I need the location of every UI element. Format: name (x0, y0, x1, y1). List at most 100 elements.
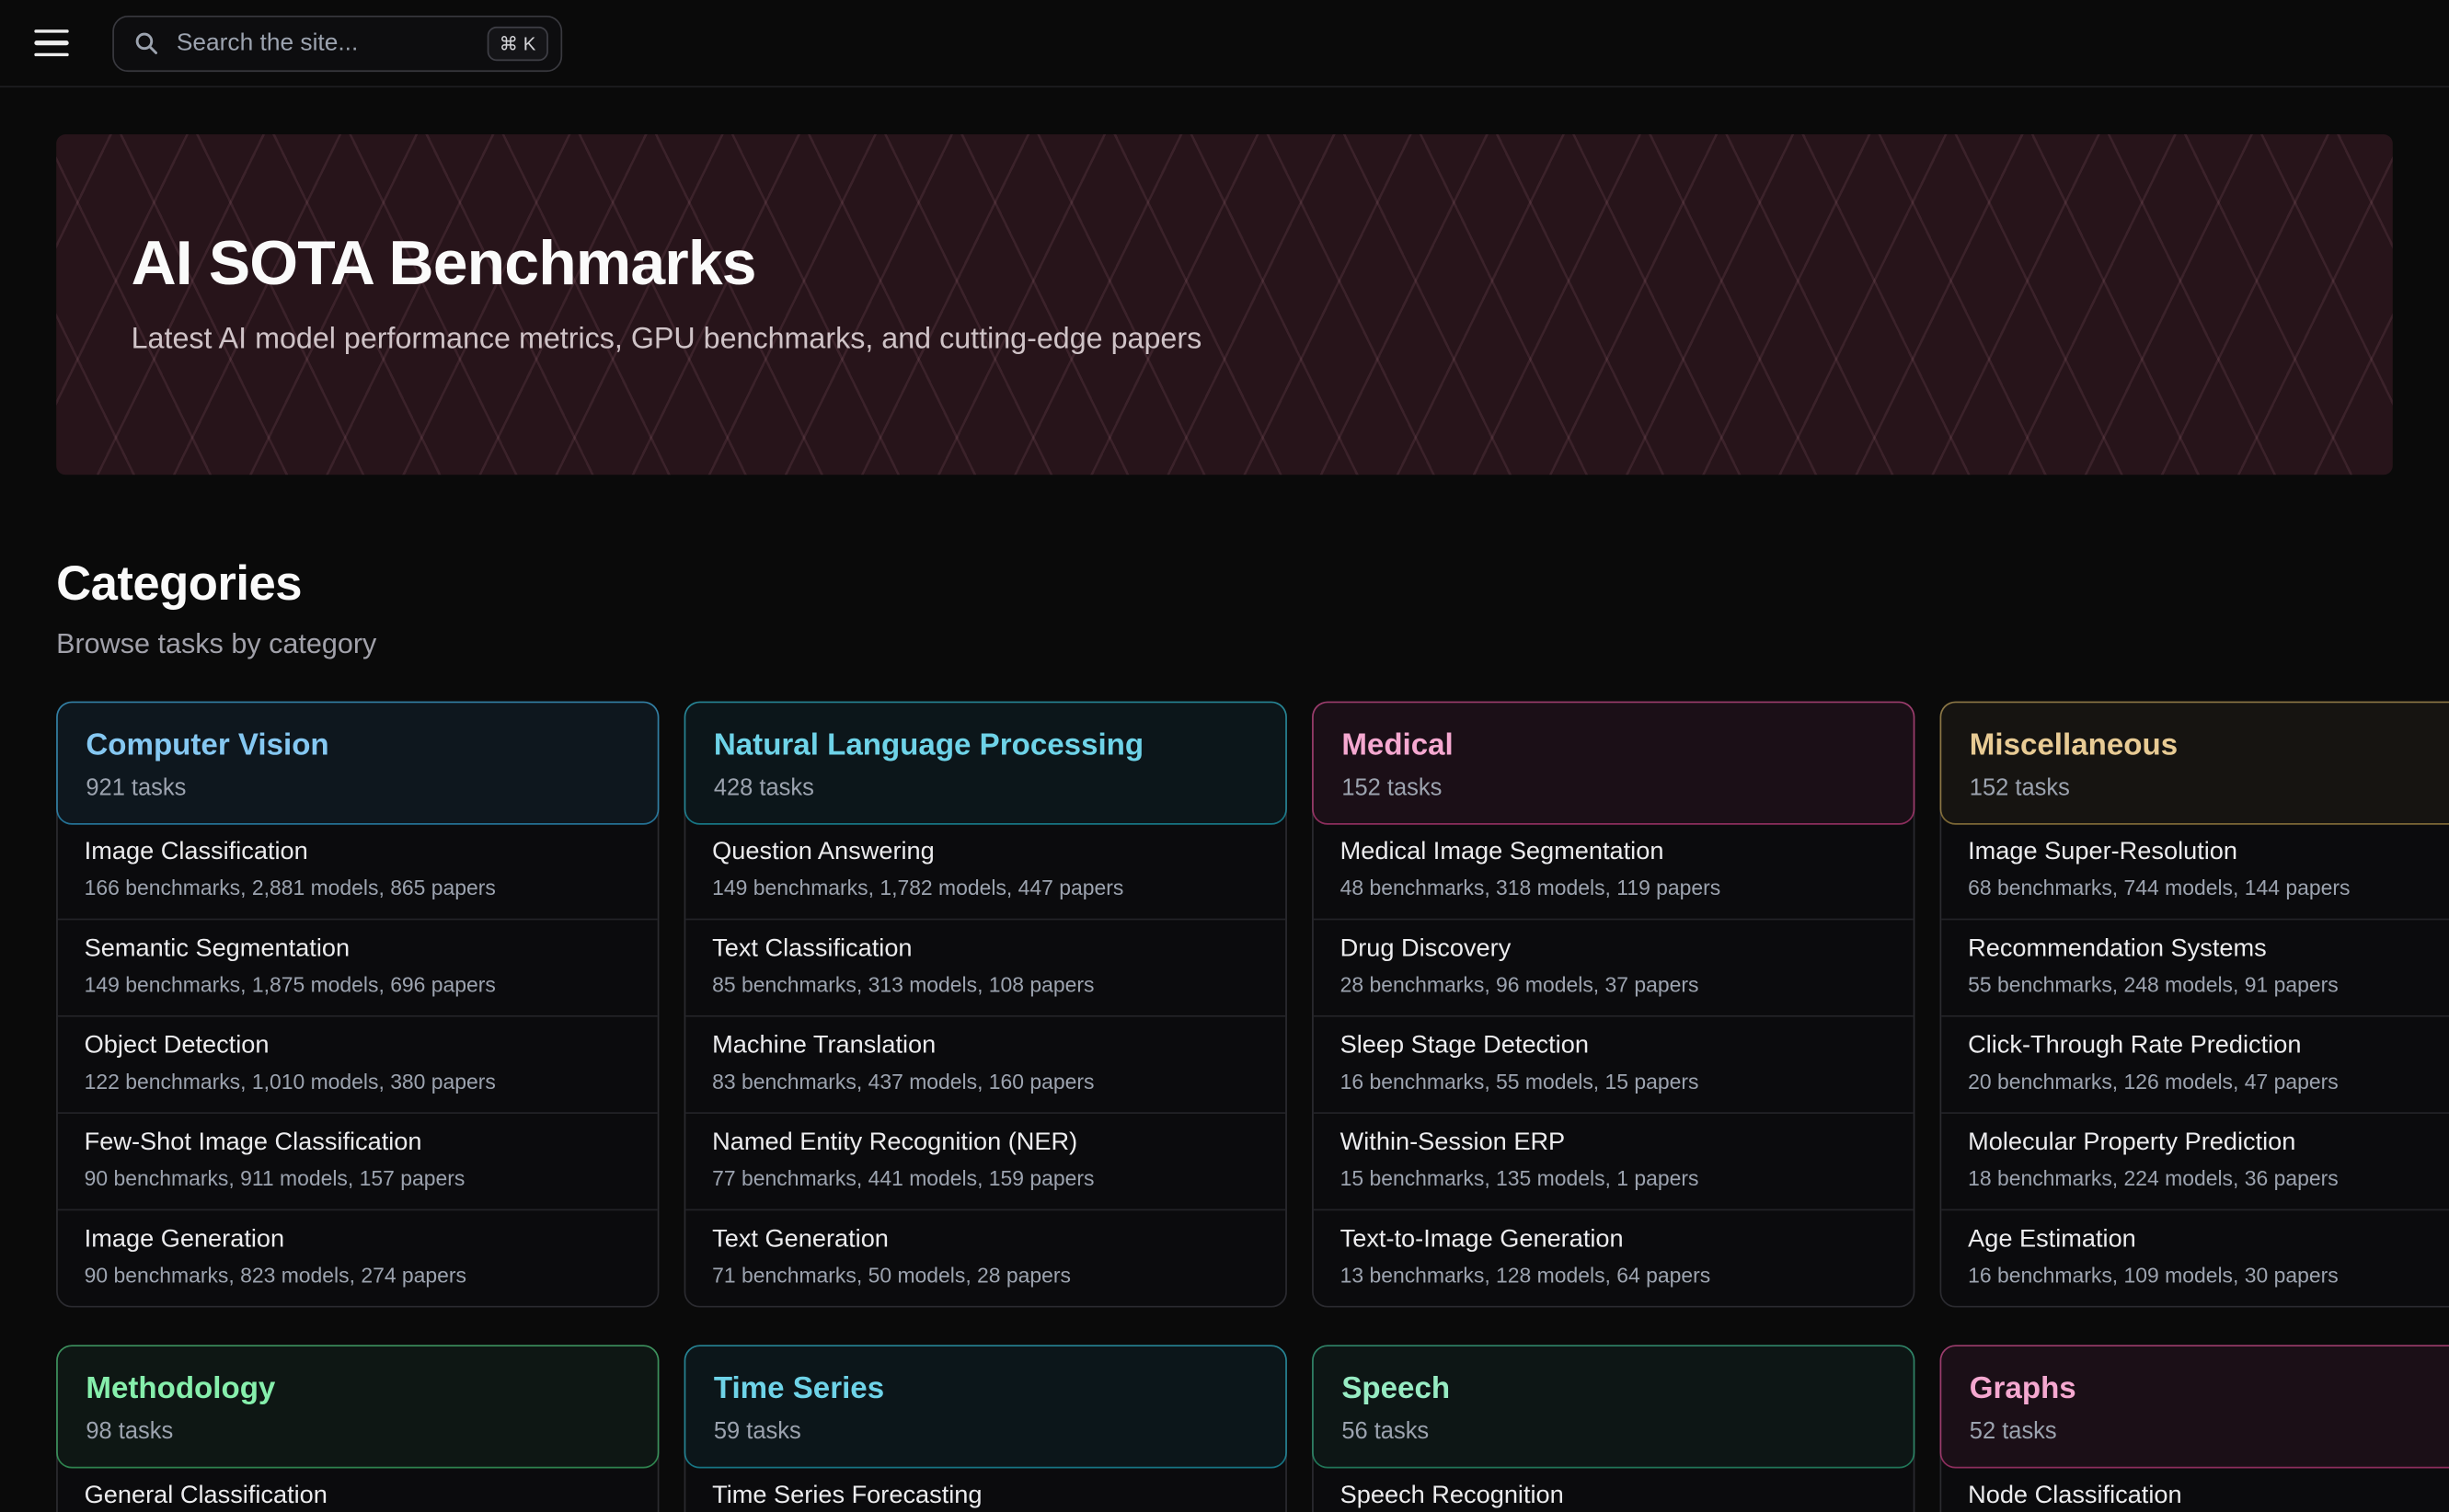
task-name[interactable]: Text Generation (712, 1225, 1259, 1256)
category-task-count: 98 tasks (86, 1418, 629, 1447)
category-title: Miscellaneous (1970, 727, 2449, 764)
category-title: Methodology (86, 1369, 629, 1407)
task-list: Medical Image Segmentation 48 benchmarks,… (1314, 823, 1914, 1306)
category-card: Medical 152 tasks Medical Image Segmenta… (1312, 702, 1914, 1308)
task-list: Node Classification (1941, 1467, 2449, 1512)
page: ⌘ K AI SOTA Benchmarks Latest AI model p… (0, 0, 2449, 1512)
category-title: Computer Vision (86, 727, 629, 764)
category-card: Speech 56 tasks Speech Recognition (1312, 1345, 1914, 1512)
task-name[interactable]: Few-Shot Image Classification (85, 1128, 631, 1159)
task-row[interactable]: Image Generation 90 benchmarks, 823 model… (58, 1209, 658, 1306)
task-name[interactable]: Machine Translation (712, 1031, 1259, 1062)
task-stats: 16 benchmarks, 55 models, 15 papers (1340, 1069, 1887, 1095)
category-card: Graphs 52 tasks Node Classification (1940, 1345, 2449, 1512)
task-name[interactable]: Question Answering (712, 837, 1259, 868)
task-stats: 55 benchmarks, 248 models, 91 papers (1968, 971, 2449, 998)
task-name[interactable]: Medical Image Segmentation (1340, 837, 1887, 868)
category-card: Time Series 59 tasks Time Series Forecas… (684, 1345, 1287, 1512)
task-stats: 48 benchmarks, 318 models, 119 papers (1340, 875, 1887, 901)
task-row[interactable]: Text Generation71 benchmarks, 50 models,… (685, 1209, 1285, 1306)
task-row[interactable]: Node Classification (1941, 1467, 2449, 1512)
task-stats: 90 benchmarks, 823 models, 274 papers (85, 1262, 631, 1289)
task-row[interactable]: Molecular Property Prediction18 benchmar… (1941, 1112, 2449, 1208)
task-row[interactable]: Object Detection 122 benchmarks, 1,010 mo… (58, 1015, 658, 1112)
task-stats: 83 benchmarks, 437 models, 160 papers (712, 1069, 1259, 1095)
task-name[interactable]: Object Detection (85, 1031, 631, 1062)
task-row[interactable]: Machine Translation 83 benchmarks, 437 mo… (685, 1015, 1285, 1112)
task-row[interactable]: General Classification (58, 1467, 658, 1512)
task-row[interactable]: Text Classification85 benchmarks, 313 mo… (685, 919, 1285, 1015)
task-row[interactable]: Click-Through Rate Prediction20 benchmar… (1941, 1015, 2449, 1112)
site-search-input[interactable] (173, 28, 487, 59)
task-name[interactable]: Image Classification (85, 837, 631, 868)
task-stats: 68 benchmarks, 744 models, 144 papers (1968, 875, 2449, 901)
task-name[interactable]: Click-Through Rate Prediction (1968, 1031, 2449, 1062)
page-title: AI SOTA Benchmarks (132, 228, 2318, 300)
keyboard-shortcut-badge: ⌘ K (487, 26, 548, 60)
task-name[interactable]: Recommendation Systems (1968, 934, 2449, 966)
task-name[interactable]: Named Entity Recognition (NER) (712, 1128, 1259, 1159)
category-title: Speech (1341, 1369, 1885, 1407)
category-card-header[interactable]: Medical 152 tasks (1312, 702, 1914, 825)
task-list: Image Super-Resolution 68 benchmarks, 744… (1941, 823, 2449, 1306)
task-row[interactable]: Time Series Forecasting (685, 1467, 1285, 1512)
task-row[interactable]: Semantic Segmentation149 benchmarks, 1,8… (58, 919, 658, 1015)
site-search[interactable]: ⌘ K (112, 15, 562, 71)
task-row[interactable]: Speech Recognition (1314, 1467, 1914, 1512)
task-name[interactable]: Text Classification (712, 934, 1259, 966)
task-list: Image Classification166 benchmarks, 2,88… (58, 823, 658, 1306)
category-card-header[interactable]: Natural Language Processing 428 tasks (684, 702, 1287, 825)
task-name[interactable]: Semantic Segmentation (85, 934, 631, 966)
category-title: Graphs (1970, 1369, 2449, 1407)
task-name[interactable]: General Classification (85, 1481, 631, 1512)
task-name[interactable]: Time Series Forecasting (712, 1481, 1259, 1512)
task-row[interactable]: Age Estimation 16 benchmarks, 109 models,… (1941, 1209, 2449, 1306)
category-grid: Computer Vision 921 tasks Image Classifi… (56, 702, 2449, 1512)
category-card-header[interactable]: Time Series 59 tasks (684, 1345, 1287, 1468)
task-stats: 122 benchmarks, 1,010 models, 380 papers (85, 1069, 631, 1095)
task-row[interactable]: Drug Discovery 28 benchmarks, 96 models, … (1314, 919, 1914, 1015)
task-name[interactable]: Image Super-Resolution (1968, 837, 2449, 868)
task-name[interactable]: Molecular Property Prediction (1968, 1128, 2449, 1159)
task-row[interactable]: Named Entity Recognition (NER)77 benchma… (685, 1112, 1285, 1208)
category-card-header[interactable]: Speech 56 tasks (1312, 1345, 1914, 1468)
task-stats: 15 benchmarks, 135 models, 1 papers (1340, 1165, 1887, 1192)
menu-button[interactable] (34, 23, 75, 63)
task-name[interactable]: Drug Discovery (1340, 934, 1887, 966)
task-row[interactable]: Medical Image Segmentation 48 benchmarks,… (1314, 823, 1914, 919)
task-stats: 16 benchmarks, 109 models, 30 papers (1968, 1262, 2449, 1289)
task-row[interactable]: Image Super-Resolution 68 benchmarks, 744… (1941, 823, 2449, 919)
category-task-count: 56 tasks (1341, 1418, 1885, 1447)
task-name[interactable]: Text-to-Image Generation (1340, 1225, 1887, 1256)
category-card-header[interactable]: Methodology 98 tasks (56, 1345, 659, 1468)
task-row[interactable]: Within-Session ERP 15 benchmarks, 135 mod… (1314, 1112, 1914, 1208)
task-row[interactable]: Question Answering 149 benchmarks, 1,782 … (685, 823, 1285, 919)
task-row[interactable]: Few-Shot Image Classification 90 benchmar… (58, 1112, 658, 1208)
task-name[interactable]: Sleep Stage Detection (1340, 1031, 1887, 1062)
category-task-count: 921 tasks (86, 774, 629, 803)
task-stats: 28 benchmarks, 96 models, 37 papers (1340, 971, 1887, 998)
categories-section-header: Categories Browse tasks by category (56, 556, 2393, 661)
task-stats: 149 benchmarks, 1,782 models, 447 papers (712, 875, 1259, 901)
task-row[interactable]: Text-to-Image Generation13 benchmarks, 1… (1314, 1209, 1914, 1306)
task-list: Time Series Forecasting (685, 1467, 1285, 1512)
task-stats: 90 benchmarks, 911 models, 157 papers (85, 1165, 631, 1192)
category-task-count: 152 tasks (1341, 774, 1885, 803)
hero-banner: AI SOTA Benchmarks Latest AI model perfo… (56, 134, 2393, 475)
category-card: Methodology 98 tasks General Classificat… (56, 1345, 659, 1512)
task-list: General Classification (58, 1467, 658, 1512)
task-name[interactable]: Within-Session ERP (1340, 1128, 1887, 1159)
page-subtitle: Latest AI model performance metrics, GPU… (132, 324, 2318, 358)
hamburger-icon (34, 52, 68, 56)
category-card-header[interactable]: Miscellaneous 152 tasks (1940, 702, 2449, 825)
task-row[interactable]: Recommendation Systems 55 benchmarks, 248… (1941, 919, 2449, 1015)
task-name[interactable]: Image Generation (85, 1225, 631, 1256)
task-name[interactable]: Speech Recognition (1340, 1481, 1887, 1512)
categories-heading: Categories (56, 556, 2393, 613)
task-name[interactable]: Age Estimation (1968, 1225, 2449, 1256)
category-card-header[interactable]: Graphs 52 tasks (1940, 1345, 2449, 1468)
task-row[interactable]: Image Classification166 benchmarks, 2,88… (58, 823, 658, 919)
task-name[interactable]: Node Classification (1968, 1481, 2449, 1512)
category-card-header[interactable]: Computer Vision 921 tasks (56, 702, 659, 825)
task-row[interactable]: Sleep Stage Detection 16 benchmarks, 55 m… (1314, 1015, 1914, 1112)
